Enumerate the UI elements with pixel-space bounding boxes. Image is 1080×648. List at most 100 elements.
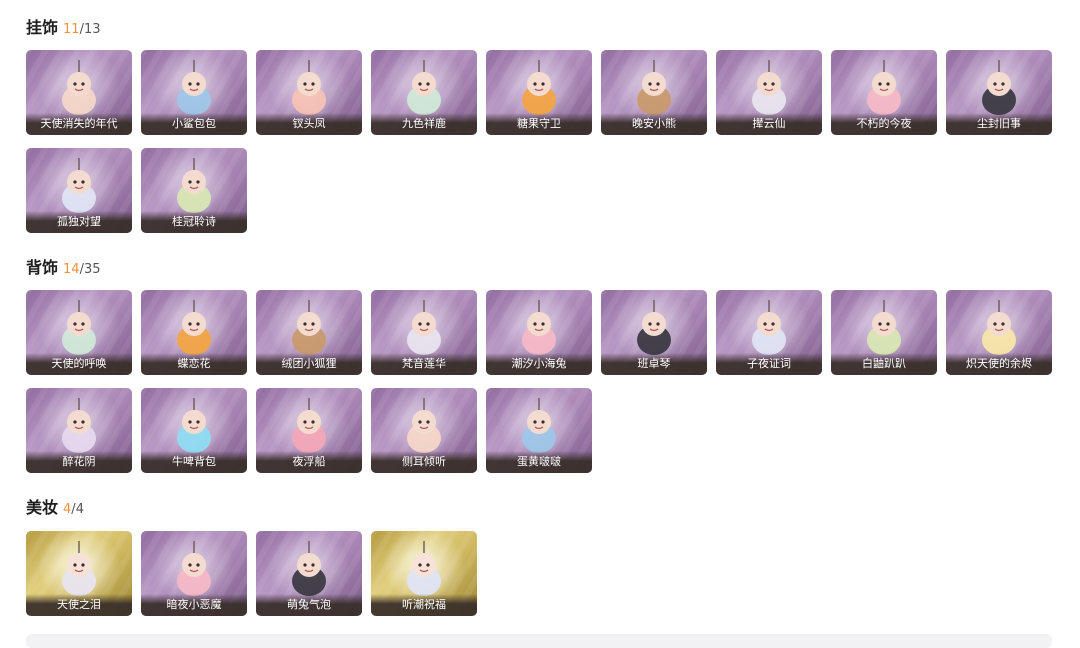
item-card[interactable]: 撵云仙 <box>716 50 822 135</box>
section-name: 背饰 <box>26 258 59 277</box>
item-card[interactable]: 糖果守卫 <box>486 50 592 135</box>
item-card[interactable]: 桂冠聆诗 <box>141 148 247 233</box>
owl-witness-back-icon <box>741 300 797 360</box>
item-label: 牛啤背包 <box>141 451 247 473</box>
cloud-fairy-pendant-icon <box>741 60 797 120</box>
total-count: 4 <box>75 502 84 517</box>
deer-pendant-icon <box>396 60 452 120</box>
item-card[interactable]: 牛啤背包 <box>141 388 247 473</box>
owned-count: 4 <box>63 502 72 517</box>
item-label: 白鼬趴趴 <box>831 353 937 375</box>
item-label: 天使消失的年代 <box>26 113 132 135</box>
section-title: 美妆 4/4 <box>26 498 84 518</box>
item-card[interactable]: 不朽的今夜 <box>831 50 937 135</box>
item-card[interactable]: 蝶恋花 <box>141 290 247 375</box>
flower-wings-back-icon <box>51 398 107 458</box>
item-label: 侧耳倾听 <box>371 451 477 473</box>
item-label: 炽天使的余烬 <box>946 353 1052 375</box>
section-name: 美妆 <box>26 498 59 517</box>
angel-girl-pendant-icon <box>51 60 107 120</box>
banjo-back-icon <box>626 300 682 360</box>
lonely-girl-pendant-icon <box>51 158 107 218</box>
item-label: 小鲨包包 <box>141 113 247 135</box>
section-name: 挂饰 <box>26 18 59 37</box>
item-card[interactable]: 晚安小熊 <box>601 50 707 135</box>
bunny-bubble-makeup-icon <box>281 541 337 601</box>
angel-tear-makeup-icon <box>51 541 107 601</box>
item-card[interactable]: 梵音莲华 <box>371 290 477 375</box>
section-title: 背饰 14/35 <box>26 258 101 278</box>
item-card[interactable]: 班卓琴 <box>601 290 707 375</box>
item-label: 萌兔气泡 <box>256 594 362 616</box>
bear-pendant-icon <box>626 60 682 120</box>
section-count: 11/13 <box>63 22 101 37</box>
item-card[interactable]: 夜浮船 <box>256 388 362 473</box>
item-card[interactable]: 白鼬趴趴 <box>831 290 937 375</box>
item-label: 梵音莲华 <box>371 353 477 375</box>
section-count: 14/35 <box>63 262 101 277</box>
pumpkin-pendant-icon <box>511 60 567 120</box>
section-title: 挂饰 11/13 <box>26 18 101 38</box>
laurel-girl-pendant-icon <box>166 158 222 218</box>
item-card[interactable]: 潮汐小海兔 <box>486 290 592 375</box>
item-label: 晚安小熊 <box>601 113 707 135</box>
item-label: 糖果守卫 <box>486 113 592 135</box>
cow-barrel-back-icon <box>166 398 222 458</box>
item-card[interactable]: 绒团小狐狸 <box>256 290 362 375</box>
item-label: 潮汐小海兔 <box>486 353 592 375</box>
item-label: 蛋黄啵啵 <box>486 451 592 473</box>
fox-back-icon <box>281 300 337 360</box>
lotus-ear-back-icon <box>396 398 452 458</box>
owned-count: 14 <box>63 262 80 277</box>
item-card[interactable]: 天使的呼唤 <box>26 290 132 375</box>
item-label: 子夜证词 <box>716 353 822 375</box>
item-card[interactable]: 侧耳倾听 <box>371 388 477 473</box>
egg-chick-back-icon <box>511 398 567 458</box>
sea-bunny-back-icon <box>511 300 567 360</box>
item-label: 蝶恋花 <box>141 353 247 375</box>
item-card[interactable]: 炽天使的余烬 <box>946 290 1052 375</box>
total-count: 13 <box>83 22 101 37</box>
item-label: 暗夜小恶魔 <box>141 594 247 616</box>
lotus-child-back-icon <box>396 300 452 360</box>
item-card[interactable]: 孤独对望 <box>26 148 132 233</box>
item-card[interactable]: 天使消失的年代 <box>26 50 132 135</box>
item-card[interactable]: 天使之泪 <box>26 531 132 616</box>
item-label: 钗头凤 <box>256 113 362 135</box>
item-card[interactable]: 钗头凤 <box>256 50 362 135</box>
item-label: 尘封旧事 <box>946 113 1052 135</box>
bottom-panel <box>26 634 1052 648</box>
item-card[interactable]: 子夜证词 <box>716 290 822 375</box>
item-card[interactable]: 醉花阴 <box>26 388 132 473</box>
section-count: 4/4 <box>63 502 84 517</box>
item-card[interactable]: 暗夜小恶魔 <box>141 531 247 616</box>
item-card[interactable]: 蛋黄啵啵 <box>486 388 592 473</box>
item-label: 孤独对望 <box>26 211 132 233</box>
white-weasel-back-icon <box>856 300 912 360</box>
item-label: 听潮祝福 <box>371 594 477 616</box>
butterfly-lyre-back-icon <box>166 300 222 360</box>
seraph-back-icon <box>971 300 1027 360</box>
item-label: 天使之泪 <box>26 594 132 616</box>
item-card[interactable]: 尘封旧事 <box>946 50 1052 135</box>
item-label: 夜浮船 <box>256 451 362 473</box>
item-label: 绒团小狐狸 <box>256 353 362 375</box>
crowned-boy-pendant-icon <box>971 60 1027 120</box>
shark-pendant-icon <box>166 60 222 120</box>
item-card[interactable]: 小鲨包包 <box>141 50 247 135</box>
item-label: 班卓琴 <box>601 353 707 375</box>
night-boat-back-icon <box>281 398 337 458</box>
item-card[interactable]: 九色祥鹿 <box>371 50 477 135</box>
tide-blessing-makeup-icon <box>396 541 452 601</box>
cat-cake-pendant-icon <box>856 60 912 120</box>
item-label: 天使的呼唤 <box>26 353 132 375</box>
item-label: 撵云仙 <box>716 113 822 135</box>
item-card[interactable]: 听潮祝福 <box>371 531 477 616</box>
total-count: 35 <box>83 262 101 277</box>
angel-boy-back-icon <box>51 300 107 360</box>
little-devil-makeup-icon <box>166 541 222 601</box>
item-label: 九色祥鹿 <box>371 113 477 135</box>
phoenix-hairpin-icon <box>281 60 337 120</box>
item-label: 不朽的今夜 <box>831 113 937 135</box>
item-card[interactable]: 萌兔气泡 <box>256 531 362 616</box>
